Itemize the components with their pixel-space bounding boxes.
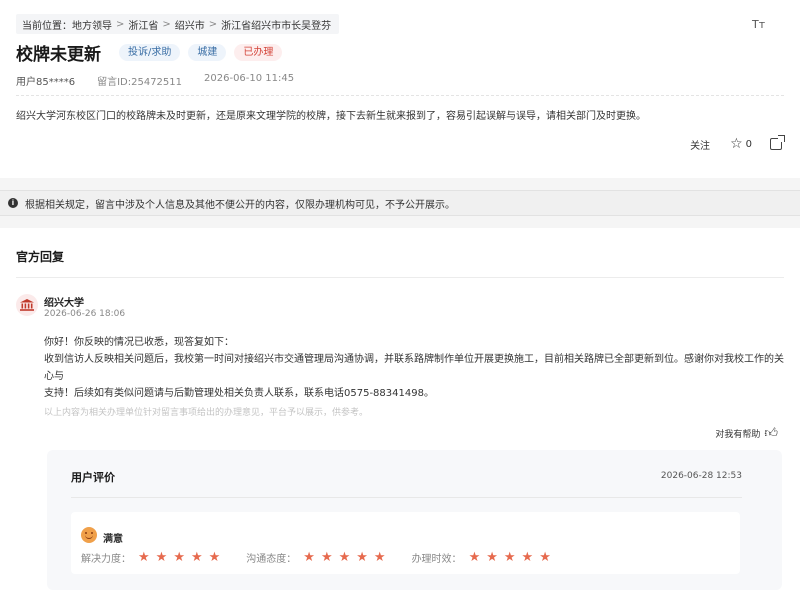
institution-icon <box>20 299 34 311</box>
reply-line: 收到信访人反映相关问题后，我校第一时间对接绍兴市交通管理局沟通协调，并联系路牌制… <box>44 354 784 382</box>
rating-stars: ★ ★ ★ ★ ★ <box>303 551 391 564</box>
star-icon: ★ <box>338 550 351 565</box>
star-icon: ★ <box>356 550 368 565</box>
breadcrumb-item-leaders[interactable]: 地方领导 <box>72 17 112 32</box>
tag-category: 投诉/求助 <box>119 43 181 61</box>
evaluation-title: 用户评价 <box>71 471 115 484</box>
reply-time: 2026-06-26 18:06 <box>44 309 126 319</box>
evaluation-card: 用户评价 2026-06-28 12:53 满意 解决力度： ★ ★ ★ ★ ★ 沟通态… <box>47 450 782 590</box>
rating-label: 沟通态度： <box>246 554 297 565</box>
rating-stars: ★ ★ ★ ★ ★ <box>138 551 226 564</box>
breadcrumb-separator: > <box>208 18 218 30</box>
breadcrumb-prefix: 当前位置： <box>22 20 72 32</box>
star-icon: ★ <box>521 550 534 565</box>
divider <box>16 95 784 96</box>
status-badge: 已办理 <box>234 43 283 61</box>
thumbs-up-icon: 👍︎ <box>764 426 778 441</box>
divider <box>16 277 784 278</box>
post-date: 2026-06-10 11:45 <box>204 73 295 84</box>
org-name: 绍兴大学 <box>44 298 84 309</box>
info-icon: i <box>8 198 18 208</box>
divider <box>71 497 742 498</box>
reply-line: 支持！后续如有类似问题请与后勤管理处相关负责人联系，联系电话0575-88341… <box>44 388 434 399</box>
section-gap <box>0 178 800 190</box>
notice-text: 根据相关规定，留言中涉及个人信息及其他不便公开的内容，仅限办理机构可见，不予公开… <box>25 199 455 211</box>
title-row: 校牌未更新 投诉/求助 城建 已办理 <box>16 41 283 65</box>
star-icon: ★ <box>503 550 516 565</box>
star-icon: ★ <box>468 550 481 565</box>
rating-label: 办理时效： <box>411 554 462 565</box>
star-icon: ★ <box>373 550 386 565</box>
rating-attitude: 沟通态度： ★ ★ ★ ★ ★ <box>246 550 391 565</box>
reply-line: 你好！你反映的情况已收悉，现答复如下： <box>44 337 234 348</box>
tag-domain: 城建 <box>188 43 227 61</box>
star-icon: ★ <box>208 550 221 565</box>
meta-row: 用户85****6 留言ID:25472511 2026-06-10 11:45 <box>16 73 294 88</box>
font-size-icon[interactable]: Tт <box>752 18 766 32</box>
breadcrumb-item-mayor[interactable]: 浙江省绍兴市市长吴登芬 <box>221 17 331 32</box>
message-id: 留言ID:25472511 <box>97 77 183 88</box>
privacy-notice: i 根据相关规定，留言中涉及个人信息及其他不便公开的内容，仅限办理机构可见，不予… <box>0 190 800 216</box>
breadcrumb-item-province[interactable]: 浙江省 <box>128 17 158 32</box>
reply-section-title: 官方回复 <box>16 250 65 264</box>
reply-disclaimer: 以上内容为相关办理单位针对留言事项给出的办理意见，平台予以展示，供参考。 <box>44 408 369 418</box>
breadcrumb-separator: > <box>116 18 125 30</box>
breadcrumb: 当前位置： 地方领导 > 浙江省 > 绍兴市 > 浙江省绍兴市市长吴登芬 <box>16 14 340 34</box>
evaluation-detail: 满意 解决力度： ★ ★ ★ ★ ★ 沟通态度： ★ ★ ★ ★ ★ 办理时效： ★ ★ ★ ★ ★ <box>71 512 740 574</box>
message-content: 绍兴大学河东校区门口的校路牌未及时更新，还是原来文理学院的校牌，接下去新生就来报… <box>16 111 646 122</box>
share-icon[interactable] <box>770 135 785 150</box>
section-gap <box>0 216 800 228</box>
rating-list: 解决力度： ★ ★ ★ ★ ★ 沟通态度： ★ ★ ★ ★ ★ 办理时效： ★ ★ ★ ★ ★ <box>81 550 577 565</box>
star-icon: ★ <box>173 550 185 565</box>
star-icon: ★ <box>320 550 333 565</box>
breadcrumb-item-city[interactable]: 绍兴市 <box>175 17 205 32</box>
rating-timeliness: 办理时效： ★ ★ ★ ★ ★ <box>412 550 557 565</box>
star-icon: ★ <box>539 550 551 565</box>
follow-button[interactable]: 关注 <box>690 137 710 152</box>
page-title: 校牌未更新 <box>16 44 101 65</box>
author-name: 用户85****6 <box>16 77 76 88</box>
rating-label: 解决力度： <box>81 554 131 565</box>
action-bar: 关注 ☆ 0 <box>690 135 785 152</box>
star-icon: ★ <box>138 550 150 565</box>
star-icon[interactable]: ☆ <box>730 136 743 152</box>
rating-resolution: 解决力度： ★ ★ ★ ★ ★ <box>81 550 226 565</box>
star-icon: ★ <box>486 550 498 565</box>
helpful-label: 对我有帮助 <box>715 430 761 440</box>
breadcrumb-separator: > <box>162 18 171 30</box>
reply-body: 你好！你反映的情况已收悉，现答复如下： 收到信访人反映相关问题后，我校第一时间对… <box>44 334 789 402</box>
star-icon: ★ <box>190 550 203 565</box>
evaluation-result: 满意 <box>103 534 123 545</box>
evaluation-time: 2026-06-28 12:53 <box>660 471 742 481</box>
star-icon: ★ <box>303 550 315 565</box>
avatar <box>16 294 38 316</box>
smile-face-icon <box>81 527 97 543</box>
star-count: 0 <box>745 138 752 150</box>
star-icon: ★ <box>155 550 168 565</box>
helpful-button[interactable]: 对我有帮助 👍︎ <box>715 426 778 441</box>
rating-stars: ★ ★ ★ ★ ★ <box>469 551 557 564</box>
